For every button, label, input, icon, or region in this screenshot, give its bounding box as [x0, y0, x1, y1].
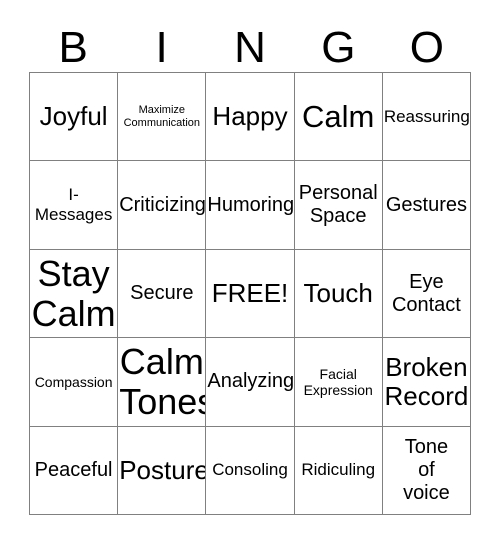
bingo-cell-label: Happy: [212, 101, 288, 132]
bingo-cell[interactable]: Eye Contact: [382, 249, 472, 339]
bingo-cell-label: Gestures: [385, 193, 467, 216]
bingo-cell-label: Consoling: [212, 460, 288, 480]
bingo-cell[interactable]: Gestures: [382, 161, 472, 250]
bingo-cell[interactable]: I- Messages: [30, 161, 119, 250]
bingo-row: Compassion Calm Tones Analyzing Facial E…: [30, 338, 472, 427]
bingo-cell[interactable]: Criticizing: [118, 161, 207, 250]
bingo-cell-label: FREE!: [211, 278, 289, 309]
bingo-row: Peaceful Posture Consoling Ridiculing To…: [30, 426, 472, 516]
bingo-cell-label: Joyful: [39, 101, 108, 132]
bingo-cell[interactable]: Maximize Communication: [118, 73, 207, 162]
bingo-cell-label: Humoring: [207, 193, 295, 216]
bingo-cell-label: Ridiculing: [301, 460, 376, 480]
header-letter-o: O: [409, 23, 444, 72]
bingo-cell-label: Eye Contact: [391, 270, 461, 316]
bingo-cell-label: Broken Record: [384, 351, 469, 411]
bingo-cell-label: Facial Expression: [303, 365, 373, 398]
bingo-cell-label: Tone of voice: [403, 435, 450, 504]
bingo-cell[interactable]: Analyzing: [206, 338, 295, 427]
bingo-cell[interactable]: Compassion: [30, 338, 119, 427]
bingo-cell-label: I- Messages: [34, 185, 113, 225]
bingo-cell-label: Secure: [130, 282, 194, 305]
bingo-cell[interactable]: Broken Record: [382, 338, 472, 427]
bingo-cell-label: Analyzing: [207, 370, 295, 393]
bingo-cell-label: Posture: [119, 454, 207, 485]
bingo-row: Joyful Maximize Communication Happy Calm…: [30, 73, 472, 162]
bingo-cell-label: Personal Space: [298, 182, 378, 228]
bingo-cell-label: Reassuring: [383, 106, 470, 126]
bingo-cell-label: Calm Tones: [119, 340, 207, 422]
bingo-cell[interactable]: Reassuring: [382, 73, 472, 162]
header-letter-b: B: [58, 23, 88, 72]
header-letter-g: G: [321, 23, 356, 72]
bingo-cell[interactable]: Tone of voice: [382, 426, 472, 516]
bingo-card: B I N G O Joyful Maximize Communication …: [0, 0, 500, 544]
bingo-cell[interactable]: Facial Expression: [294, 338, 383, 427]
header-letter-n: N: [234, 23, 266, 72]
bingo-grid: Joyful Maximize Communication Happy Calm…: [29, 72, 472, 516]
bingo-cell-label: Stay Calm: [31, 252, 116, 334]
bingo-row: I- Messages Criticizing Humoring Persona…: [30, 161, 472, 250]
bingo-cell[interactable]: Joyful: [30, 73, 119, 162]
bingo-cell-label: Touch: [303, 278, 373, 309]
bingo-row: Stay Calm Secure FREE! Touch Eye Contact: [30, 249, 472, 339]
bingo-cell[interactable]: Ridiculing: [294, 426, 383, 516]
bingo-cell-label: Peaceful: [34, 458, 113, 481]
bingo-cell-label: Criticizing: [119, 193, 206, 216]
bingo-cell-label: Maximize Communication: [123, 103, 201, 129]
bingo-cell[interactable]: Peaceful: [30, 426, 119, 516]
bingo-cell[interactable]: Secure: [118, 249, 207, 339]
bingo-cell[interactable]: Stay Calm: [30, 249, 119, 339]
bingo-cell[interactable]: Calm: [294, 73, 383, 162]
bingo-cell[interactable]: Consoling: [206, 426, 295, 516]
bingo-cell[interactable]: Touch: [294, 249, 383, 339]
bingo-cell-label: Calm: [302, 99, 375, 135]
bingo-cell[interactable]: Humoring: [206, 161, 295, 250]
bingo-cell[interactable]: Posture: [118, 426, 207, 516]
bingo-header: B I N G O: [29, 18, 471, 72]
header-letter-i: I: [155, 23, 168, 72]
bingo-cell[interactable]: Calm Tones: [118, 338, 207, 427]
bingo-cell-free[interactable]: FREE!: [206, 249, 295, 339]
bingo-cell[interactable]: Happy: [206, 73, 295, 162]
bingo-cell-label: Compassion: [34, 373, 113, 390]
bingo-cell[interactable]: Personal Space: [294, 161, 383, 250]
